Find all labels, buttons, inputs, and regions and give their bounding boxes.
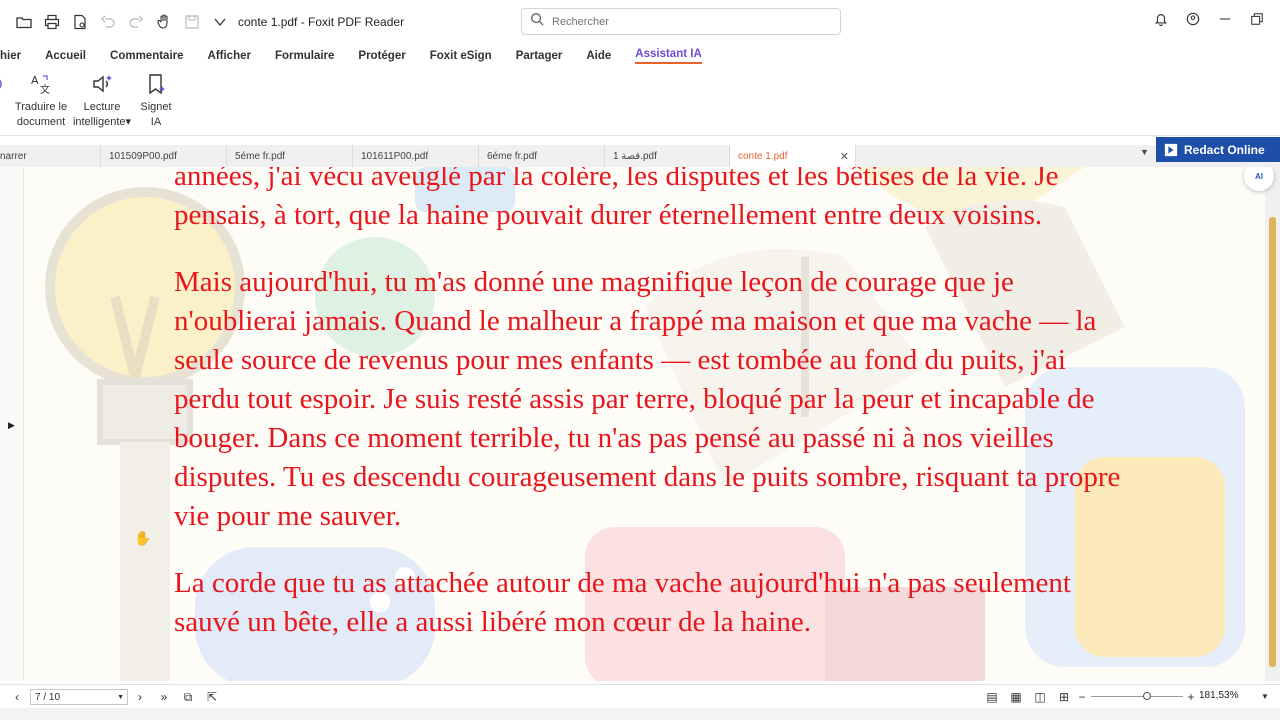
menu-fichier[interactable]: hier [0,50,21,62]
close-tab-icon[interactable]: ✕ [840,150,849,163]
menu-formulaire[interactable]: Formulaire [275,50,334,62]
ai-bookmark-button[interactable]: Signet IA [136,72,176,130]
menu-commentaire[interactable]: Commentaire [110,50,184,62]
window-title: conte 1.pdf - Foxit PDF Reader [238,15,405,29]
ribbon: A文 Traduire le document Lecture intellig… [0,68,1280,136]
translate-label-1: Traduire le [14,101,68,113]
tab-label: 1 قصة.pdf [613,150,657,162]
paragraph-3: La corde que tu as attachée autour de ma… [174,567,1071,638]
smart-reading-button[interactable]: Lecture intelligente▾ [72,72,132,130]
expand-panel-icon[interactable]: ▶ [8,420,15,431]
copy-page-icon[interactable]: ⧉ [181,690,195,704]
minimize-icon[interactable] [1218,12,1232,31]
menu-foxit-esign[interactable]: Foxit eSign [430,50,492,62]
ai-headset-icon: AI [1255,171,1263,181]
next-page-icon[interactable]: › [133,690,147,704]
tab-list-chevron-icon[interactable]: ▼ [1140,147,1149,157]
zoom-level[interactable]: 181,53% [1199,690,1238,701]
translate-document-button[interactable]: A文 Traduire le document [14,72,68,130]
svg-text:A: A [31,74,39,87]
last-page-icon[interactable]: » [157,690,171,704]
window-controls [1154,12,1264,31]
undo-icon[interactable] [100,14,116,30]
bookmark-icon [149,74,165,95]
page-number-field[interactable]: 7 / 10 ▼ [30,689,128,705]
document-tab-bar: narrer 101509P00.pdf 5éme fr.pdf 101611P… [0,145,1280,167]
single-page-view-icon[interactable]: ▤ [985,690,999,704]
zoom-slider[interactable] [1091,696,1183,697]
taskbar-edge [0,708,1280,720]
left-panel-strip: ▶ [0,167,24,681]
redact-icon [1164,143,1178,156]
menu-aide[interactable]: Aide [586,50,611,62]
tab-label: 6éme fr.pdf [487,150,538,162]
title-bar: conte 1.pdf - Foxit PDF Reader [0,0,1280,44]
notification-bell-icon[interactable] [1154,12,1168,31]
menu-bar: hier Accueil Commentaire Afficher Formul… [0,44,1280,68]
scrollbar-thumb[interactable] [1269,217,1276,667]
export-icon[interactable]: ⇱ [205,690,219,704]
document-text: années, j'ai vécu aveuglé par la colère,… [174,167,1134,670]
tab-label: 101509P00.pdf [109,150,177,162]
search-icon [530,12,544,31]
document-viewer[interactable]: ▶ années, j'ai vécu aveuglé par la colèr… [0,167,1280,681]
page-dropdown-icon[interactable]: ▼ [117,694,124,701]
customize-dropdown-icon[interactable] [212,14,228,30]
tab-5eme-fr[interactable]: 5éme fr.pdf [227,145,353,167]
menu-afficher[interactable]: Afficher [208,50,251,62]
menu-partager[interactable]: Partager [516,50,563,62]
svg-text:文: 文 [40,83,50,96]
ai-bookmark-label-2: IA [150,116,162,128]
tab-label: 5éme fr.pdf [235,150,286,162]
tab-101611p00[interactable]: 101611P00.pdf [353,145,479,167]
redact-online-label: Redact Online [1184,142,1265,157]
status-bar: ‹ 7 / 10 ▼ › » ⧉ ⇱ ▤ ▦ ◫ ⊞ − + 181,53% ▼ [0,684,1280,708]
save-icon[interactable] [184,14,200,30]
previous-page-icon[interactable]: ‹ [10,690,24,704]
smart-reading-label-1: Lecture [83,101,121,113]
hand-tool-icon[interactable] [156,14,172,30]
ribbon-cut-off-button[interactable] [0,72,8,100]
document-properties-icon[interactable] [72,14,88,30]
menu-accueil[interactable]: Accueil [45,50,86,62]
redact-online-button[interactable]: Redact Online [1156,137,1280,162]
page-indicator: 7 / 10 [35,691,61,703]
paragraph-2: Mais aujourd'hui, tu m'as donné une magn… [174,266,1121,532]
open-folder-icon[interactable] [16,14,32,30]
translate-icon: A文 [31,74,50,96]
facing-view-icon[interactable]: ◫ [1033,690,1047,704]
search-input[interactable] [552,15,822,28]
tab-6eme-fr[interactable]: 6éme fr.pdf [479,145,605,167]
menu-proteger[interactable]: Protéger [358,50,405,62]
search-box[interactable] [521,8,841,35]
tab-101509p00[interactable]: 101509P00.pdf [101,145,227,167]
tab-label: 101611P00.pdf [361,150,429,162]
account-icon[interactable] [1186,12,1200,31]
ai-bookmark-label-1: Signet [140,101,172,113]
continuous-facing-view-icon[interactable]: ⊞ [1057,690,1071,704]
restore-icon[interactable] [1250,12,1264,31]
vertical-scrollbar[interactable] [1265,167,1280,681]
speaker-icon [93,75,112,93]
redo-icon[interactable] [128,14,144,30]
tab-label: conte 1.pdf [738,150,788,162]
tab-narrer[interactable]: narrer [0,145,101,167]
paragraph-1: années, j'ai vécu aveuglé par la colère,… [174,167,1059,231]
tab-qissa[interactable]: 1 قصة.pdf [605,145,730,167]
zoom-slider-handle[interactable] [1143,692,1151,700]
pdf-page[interactable]: années, j'ai vécu aveuglé par la colère,… [25,167,1265,681]
zoom-dropdown-icon[interactable]: ▼ [1258,690,1272,704]
print-icon[interactable] [44,14,60,30]
zoom-out-icon[interactable]: − [1075,690,1089,704]
tab-label: narrer [0,150,27,162]
hand-cursor-icon: ✋ [134,530,152,546]
smart-reading-label-2: intelligente▾ [72,116,132,128]
translate-label-2: document [16,116,66,128]
quick-access-toolbar [0,14,228,30]
tab-conte-1[interactable]: conte 1.pdf ✕ [730,145,856,167]
continuous-view-icon[interactable]: ▦ [1009,690,1023,704]
menu-assistant-ia[interactable]: Assistant IA [635,48,702,64]
zoom-in-icon[interactable]: + [1184,690,1198,704]
